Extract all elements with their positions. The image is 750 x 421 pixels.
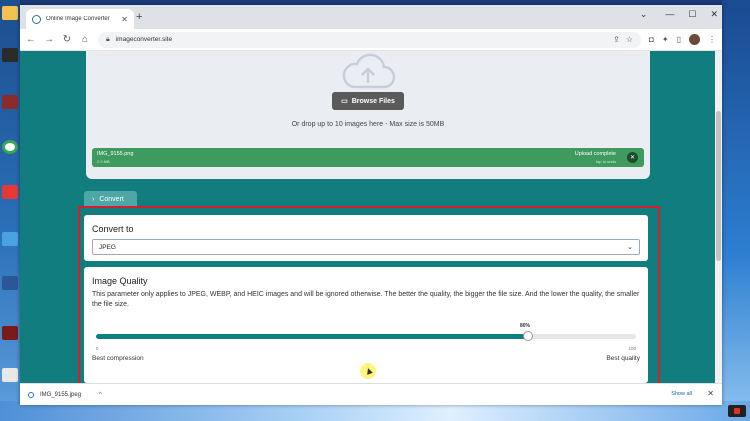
app-icon[interactable] [2, 48, 18, 62]
profile-avatar[interactable] [689, 34, 700, 45]
chevron-down-icon: ⌄ [627, 244, 633, 251]
show-all-link[interactable]: Show all [671, 391, 692, 397]
format-select[interactable]: JPEG ⌄ [92, 239, 640, 255]
convert-tab-label: Convert [99, 195, 124, 203]
tab-title: Online Image Converter [46, 16, 110, 22]
close-downloads-icon[interactable]: ✕ [707, 389, 714, 398]
bookmark-star-icon[interactable]: ☆ [626, 35, 633, 44]
browse-files-label: Browse Files [351, 97, 395, 105]
quality-slider-fill [96, 334, 528, 339]
uploaded-file-bar: IMG_9155.png 2.9 MB Upload complete tap … [92, 148, 644, 167]
maximize-icon[interactable]: ☐ [688, 9, 696, 20]
reload-icon[interactable]: ↻ [62, 34, 72, 45]
desktop-icons-strip [0, 0, 20, 421]
winrar-icon[interactable] [2, 95, 18, 109]
tab-search-icon[interactable]: ⌄ [640, 9, 648, 20]
toolbar-right: ◘ ✦ ▯ ⋮ [649, 34, 716, 45]
window-controls: ⌄ — ☐ ✕ [640, 9, 718, 20]
channel-logo-icon [728, 405, 746, 417]
menu-icon[interactable]: ⋮ [708, 35, 716, 44]
folder-open-icon: ▭ [341, 98, 348, 105]
extensions-icon[interactable]: ✦ [662, 35, 669, 44]
address-bar-row: ← → ↻ ⌂ 🔒︎ imageconverter.site ⇪ ☆ ◘ ✦ ▯… [20, 29, 722, 51]
drop-hint: Or drop up to 10 images here - Max size … [291, 121, 445, 128]
page-scrollbar[interactable] [715, 51, 722, 383]
back-icon[interactable]: ← [26, 34, 36, 45]
camera-icon[interactable]: ◘ [649, 35, 654, 44]
slider-min-label: 0 [96, 346, 99, 351]
upload-status: Upload complete [574, 151, 616, 157]
best-quality-label: Best quality [606, 355, 640, 362]
page-content: ▭ Browse Files Or drop up to 10 images h… [20, 51, 722, 383]
sidepanel-icon[interactable]: ▯ [677, 35, 681, 44]
format-selected-value: JPEG [99, 243, 116, 251]
chrome-icon[interactable] [2, 140, 18, 154]
browse-files-button[interactable]: ▭ Browse Files [332, 92, 404, 110]
desktop-wallpaper-right [722, 0, 750, 421]
cloud-upload-icon [342, 53, 396, 89]
forward-icon[interactable]: → [44, 34, 54, 45]
tab-bar: Online Image Converter ✕ + ⌄ — ☐ ✕ [20, 5, 722, 29]
close-window-icon[interactable]: ✕ [710, 9, 718, 20]
close-tab-icon[interactable]: ✕ [121, 15, 128, 24]
convert-to-panel: Convert to JPEG ⌄ [84, 215, 648, 261]
scrollbar-thumb[interactable] [716, 111, 721, 261]
remove-file-icon[interactable]: ✕ [627, 152, 638, 163]
best-compression-label: Best compression [92, 355, 144, 362]
file-size: 2.9 MB [97, 159, 110, 164]
undo-hint: tap to undo [595, 159, 616, 164]
onedrive-icon[interactable] [2, 232, 18, 246]
image-quality-heading: Image Quality [92, 276, 148, 286]
quality-value-label: 80% [520, 323, 531, 329]
chevron-right-icon: › [92, 195, 95, 203]
upload-area[interactable]: ▭ Browse Files Or drop up to 10 images h… [86, 51, 650, 179]
site-favicon-icon [32, 14, 41, 24]
lock-icon[interactable]: 🔒︎ [106, 36, 110, 44]
convert-to-heading: Convert to [92, 224, 134, 234]
home-icon[interactable]: ⌂ [80, 34, 90, 45]
word-icon[interactable] [2, 276, 18, 290]
app-dark-icon[interactable] [2, 326, 18, 340]
app-red-icon[interactable] [2, 185, 18, 199]
new-tab-button[interactable]: + [136, 11, 142, 23]
url-text[interactable]: imageconverter.site [116, 36, 607, 43]
convert-tab[interactable]: › Convert [84, 191, 137, 207]
mouse-cursor-highlight [360, 363, 376, 379]
download-file-name: IMG_9155.jpeg [40, 391, 82, 398]
folder-icon[interactable] [2, 6, 18, 20]
quality-slider-handle[interactable] [523, 331, 533, 341]
download-options-chevron-icon[interactable]: ^ [99, 392, 102, 398]
omnibox[interactable]: 🔒︎ imageconverter.site ⇪ ☆ [98, 31, 642, 48]
download-item[interactable]: IMG_9155.jpeg ^ [28, 391, 118, 398]
tab-online-image-converter[interactable]: Online Image Converter ✕ [26, 9, 134, 29]
share-icon[interactable]: ⇪ [613, 35, 620, 44]
image-quality-panel: Image Quality This parameter only applie… [84, 267, 648, 383]
file-name: IMG_9155.png [97, 151, 134, 157]
browser-window: Online Image Converter ✕ + ⌄ — ☐ ✕ ← → ↻… [20, 5, 722, 405]
quality-slider[interactable] [96, 331, 636, 341]
quality-description: This parameter only applies to JPEG, WEB… [92, 291, 640, 308]
download-file-icon [28, 391, 34, 398]
file-icon[interactable] [2, 368, 18, 382]
downloads-bar: IMG_9155.jpeg ^ Show all ✕ [20, 383, 722, 405]
slider-max-label: 100 [628, 346, 636, 351]
minimize-icon[interactable]: — [665, 9, 674, 20]
